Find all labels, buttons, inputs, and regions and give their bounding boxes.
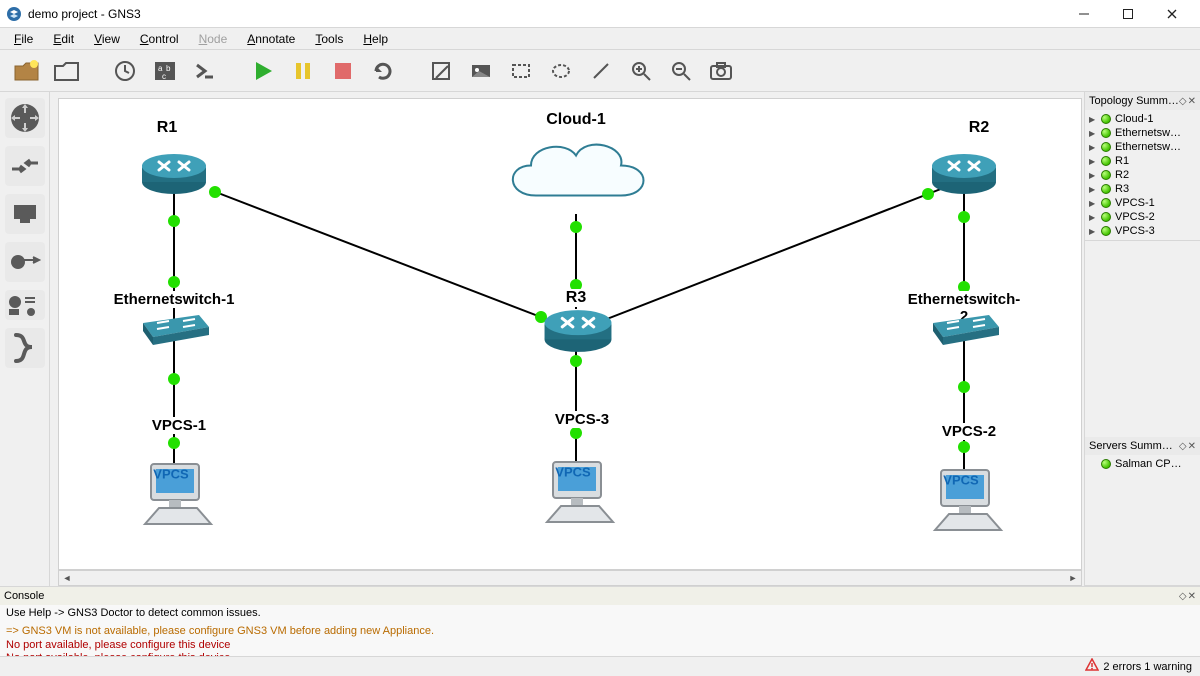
- zoom-out-button[interactable]: [664, 54, 698, 88]
- toolbar: abc: [0, 50, 1200, 92]
- servers-tree[interactable]: Salman CP…: [1085, 455, 1200, 585]
- vpcs1-node[interactable]: [139, 454, 209, 524]
- r1-label: R1: [157, 119, 177, 137]
- tree-item-vpcs3: ▶VPCS-3: [1085, 224, 1200, 238]
- maximize-button[interactable]: [1106, 1, 1150, 27]
- console-line-help: Use Help -> GNS3 Doctor to detect common…: [6, 607, 1194, 621]
- tree-item-esw2: ▶Ethernetsw…: [1085, 140, 1200, 154]
- r3-label: R3: [566, 289, 586, 307]
- tree-item-esw1: ▶Ethernetsw…: [1085, 126, 1200, 140]
- vpcs2-node[interactable]: [929, 460, 999, 530]
- tree-item-server: Salman CP…: [1085, 457, 1200, 471]
- annotate-rect-button[interactable]: [504, 54, 538, 88]
- vpcs2-label: VPCS-2: [942, 423, 996, 440]
- menu-edit[interactable]: Edit: [43, 30, 84, 48]
- menu-tools[interactable]: Tools: [305, 30, 353, 48]
- servers-panel-close-icon[interactable]: ✕: [1188, 441, 1196, 452]
- status-text: 2 errors 1 warning: [1103, 661, 1192, 673]
- app-icon: [6, 6, 22, 22]
- canvas-hscrollbar[interactable]: ◄►: [58, 570, 1082, 586]
- vpcs3-tag: VPCS: [555, 465, 590, 480]
- annotate-line-button[interactable]: [584, 54, 618, 88]
- tree-item-r3: ▶R3: [1085, 182, 1200, 196]
- esw1-node[interactable]: [139, 313, 209, 341]
- device-sidebar: [0, 92, 50, 586]
- tree-item-cloud1: ▶Cloud-1: [1085, 112, 1200, 126]
- window-title: demo project - GNS3: [28, 7, 141, 21]
- esw2-node[interactable]: [929, 313, 999, 341]
- cloud-node[interactable]: [496, 136, 656, 219]
- esw1-label: Ethernetswitch-1: [114, 291, 235, 308]
- topology-panel-undock-icon[interactable]: ◇: [1179, 96, 1187, 107]
- r3-node[interactable]: [541, 308, 611, 346]
- screenshot-button[interactable]: [704, 54, 738, 88]
- tree-item-r1: ▶R1: [1085, 154, 1200, 168]
- routers-category-button[interactable]: [5, 98, 45, 138]
- menu-help[interactable]: Help: [353, 30, 398, 48]
- add-link-button[interactable]: [5, 328, 45, 368]
- annotate-ellipse-button[interactable]: [544, 54, 578, 88]
- recent-button[interactable]: [108, 54, 142, 88]
- svg-text:b: b: [166, 64, 171, 73]
- start-button[interactable]: [246, 54, 280, 88]
- menu-view[interactable]: View: [84, 30, 130, 48]
- reload-button[interactable]: [366, 54, 400, 88]
- vpcs3-label: VPCS-3: [555, 411, 609, 428]
- topology-panel-close-icon[interactable]: ✕: [1188, 96, 1196, 107]
- menu-file[interactable]: File: [4, 30, 43, 48]
- warning-icon[interactable]: [1085, 658, 1099, 675]
- r2-node[interactable]: [929, 152, 999, 190]
- svg-text:c: c: [162, 72, 166, 81]
- topology-panel-title: Topology Summ…: [1089, 95, 1179, 107]
- annotate-image-button[interactable]: [464, 54, 498, 88]
- servers-panel-title: Servers Summ…: [1089, 440, 1173, 452]
- menu-node: Node: [189, 30, 238, 48]
- console-button[interactable]: [188, 54, 222, 88]
- menu-control[interactable]: Control: [130, 30, 189, 48]
- pause-button[interactable]: [286, 54, 320, 88]
- tree-item-r2: ▶R2: [1085, 168, 1200, 182]
- tree-item-vpcs2: ▶VPCS-2: [1085, 210, 1200, 224]
- servers-panel-undock-icon[interactable]: ◇: [1179, 441, 1187, 452]
- topology-canvas[interactable]: Cloud-1 R1 R2: [58, 98, 1082, 570]
- r1-node[interactable]: [139, 152, 209, 190]
- console-line-err1: No port available, please configure this…: [6, 639, 1194, 653]
- security-category-button[interactable]: [5, 242, 45, 282]
- console-line-warn: => GNS3 VM is not available, please conf…: [6, 625, 1194, 639]
- topology-tree[interactable]: ▶Cloud-1 ▶Ethernetsw… ▶Ethernetsw… ▶R1 ▶…: [1085, 110, 1200, 240]
- end-devices-category-button[interactable]: [5, 194, 45, 234]
- cloud-label: Cloud-1: [546, 111, 606, 129]
- annotate-note-button[interactable]: [424, 54, 458, 88]
- console-panel-title: Console: [4, 590, 44, 602]
- console-panel: Console ◇ ✕ Use Help -> GNS3 Doctor to d…: [0, 586, 1200, 656]
- console-all-button[interactable]: abc: [148, 54, 182, 88]
- title-bar: demo project - GNS3: [0, 0, 1200, 28]
- console-panel-undock-icon[interactable]: ◇: [1179, 591, 1187, 602]
- console-panel-close-icon[interactable]: ✕: [1188, 591, 1196, 602]
- zoom-in-button[interactable]: [624, 54, 658, 88]
- open-project-button[interactable]: [50, 54, 84, 88]
- stop-button[interactable]: [326, 54, 360, 88]
- vpcs1-label: VPCS-1: [152, 417, 206, 434]
- vpcs1-tag: VPCS: [153, 467, 188, 482]
- close-button[interactable]: [1150, 1, 1194, 27]
- menu-annotate[interactable]: Annotate: [237, 30, 305, 48]
- vpcs2-tag: VPCS: [943, 473, 978, 488]
- all-devices-category-button[interactable]: [5, 290, 45, 320]
- menu-bar: File Edit View Control Node Annotate Too…: [0, 28, 1200, 50]
- minimize-button[interactable]: [1062, 1, 1106, 27]
- tree-item-vpcs1: ▶VPCS-1: [1085, 196, 1200, 210]
- vpcs3-node[interactable]: [541, 452, 611, 522]
- new-project-button[interactable]: [10, 54, 44, 88]
- status-bar: 2 errors 1 warning: [0, 656, 1200, 676]
- console-output[interactable]: Use Help -> GNS3 Doctor to detect common…: [0, 605, 1200, 656]
- r2-label: R2: [969, 119, 989, 137]
- switches-category-button[interactable]: [5, 146, 45, 186]
